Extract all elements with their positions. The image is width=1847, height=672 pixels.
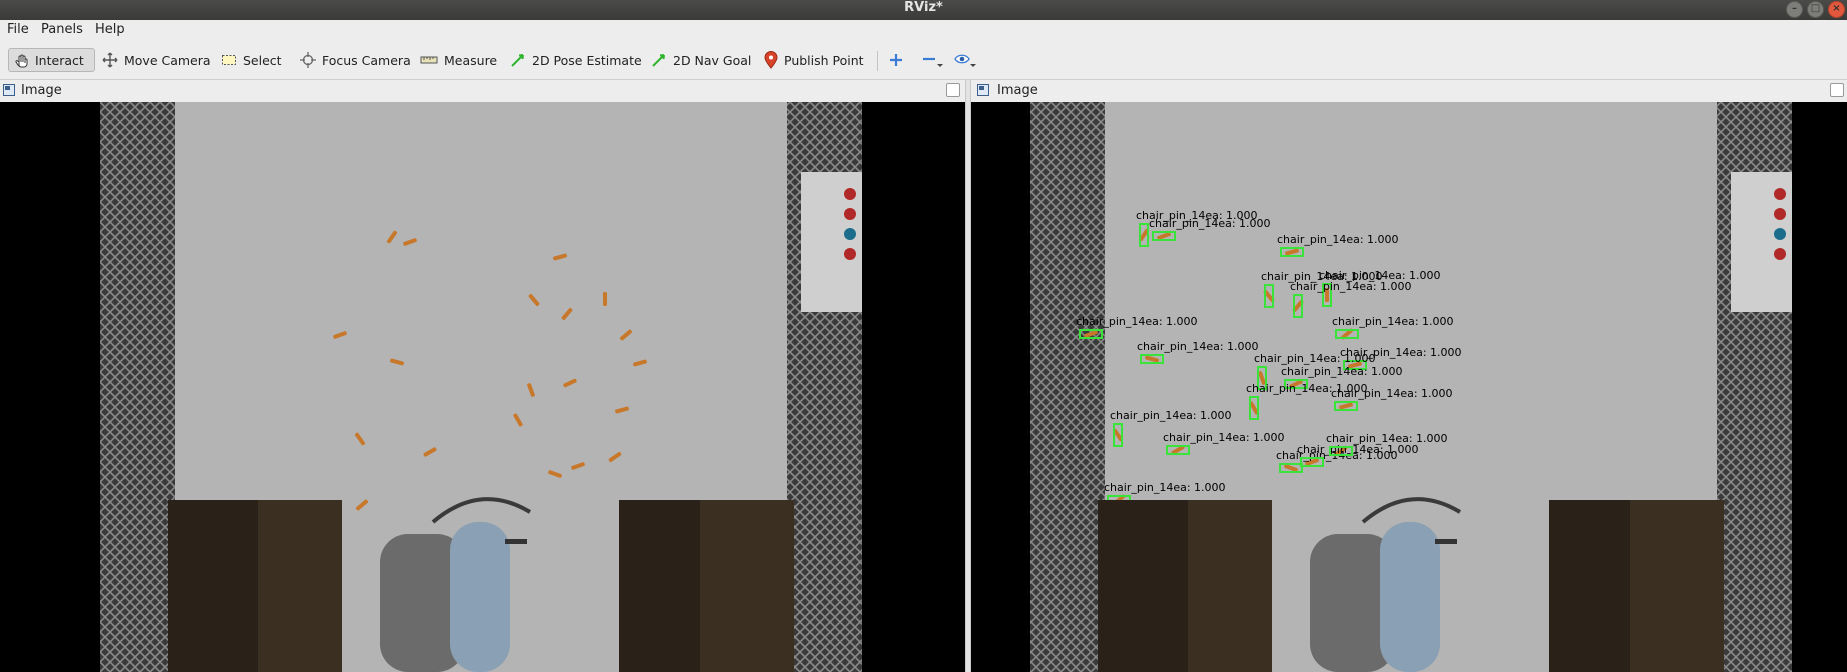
- tool-publish-point-label: Publish Point: [784, 52, 864, 68]
- minus-icon: [923, 57, 943, 67]
- menubar: File Panels Help: [0, 20, 1847, 41]
- plus-icon: [890, 54, 902, 66]
- mesh-wall-left: [1030, 102, 1105, 672]
- image-panel-right-checkbox[interactable]: [1830, 83, 1844, 97]
- toolbar-separator: [877, 51, 878, 71]
- tools-toolbar: Interact Move Camera Select Focus Camera…: [0, 41, 1847, 80]
- detection-label: chair_pin_14ea: 1.000: [1326, 432, 1448, 445]
- detection-label: chair_pin_14ea: 1.000: [1277, 233, 1399, 246]
- image-panel-icon: [977, 84, 989, 96]
- tool-measure[interactable]: Measure: [420, 48, 497, 72]
- camera-image-detections: chair_pin_14ea: 1.000chair_pin_14ea: 1.0…: [971, 102, 1847, 672]
- close-window-button[interactable]: ×: [1828, 1, 1845, 18]
- detection-label: chair_pin_14ea: 1.000: [1163, 431, 1285, 444]
- detection-label: chair_pin_14ea: 1.000: [1290, 280, 1412, 293]
- detection-label: chair_pin_14ea: 1.000: [1104, 481, 1226, 494]
- tool-measure-label: Measure: [444, 52, 498, 68]
- image-panel-right-title: Image: [997, 83, 1038, 98]
- window-titlebar: RViz* – □ ×: [0, 0, 1847, 20]
- add-tool-button[interactable]: [888, 48, 904, 72]
- ruler-icon: [420, 56, 438, 64]
- green-arrow-icon: [652, 54, 665, 67]
- robot-arm-pin: [1435, 539, 1457, 544]
- image-panel-left-header: Image: [0, 80, 965, 102]
- tool-interact-label: Interact: [35, 52, 84, 68]
- robot-arm-pin: [505, 539, 527, 544]
- view-tool-button[interactable]: [954, 48, 976, 72]
- box-obstacle: [1098, 500, 1190, 672]
- detection-label: chair_pin_14ea: 1.000: [1281, 365, 1403, 378]
- image-panel-left-title: Image: [21, 83, 62, 98]
- detection-label: chair_pin_14ea: 1.000: [1332, 315, 1454, 328]
- box-obstacle: [1188, 500, 1272, 672]
- detection-label: chair_pin_14ea: 1.000: [1110, 409, 1232, 422]
- menu-panels[interactable]: Panels: [41, 22, 83, 37]
- detection-label: chair_pin_14ea: 1.000: [1254, 352, 1376, 365]
- box-obstacle: [700, 500, 794, 672]
- robot-arm-joint: [450, 522, 510, 672]
- tool-2d-nav-goal[interactable]: 2D Nav Goal: [651, 48, 751, 72]
- select-rect-icon: [222, 55, 236, 65]
- eye-icon: [954, 54, 976, 67]
- detection-label: chair_pin_14ea: 1.000: [1331, 387, 1453, 400]
- image-panel-icon: [3, 84, 15, 96]
- tool-publish-point[interactable]: Publish Point: [764, 48, 864, 72]
- chair-pin: [603, 292, 607, 306]
- image-view-left[interactable]: [0, 102, 965, 672]
- move-camera-icon: [102, 52, 118, 68]
- map-pin-icon: [764, 51, 778, 69]
- tool-interact[interactable]: Interact: [8, 48, 95, 72]
- tool-2d-pose-estimate-label: 2D Pose Estimate: [532, 52, 642, 68]
- tool-move-camera[interactable]: Move Camera: [102, 48, 211, 72]
- hand-cursor-icon: [15, 54, 28, 68]
- box-obstacle: [258, 500, 342, 672]
- menu-file[interactable]: File: [7, 22, 29, 37]
- minimize-window-button[interactable]: –: [1786, 1, 1803, 18]
- image-view-right[interactable]: chair_pin_14ea: 1.000 chair_pin_14ea: 1.0…: [971, 102, 1847, 672]
- tool-select-label: Select: [243, 52, 282, 68]
- tool-focus-camera-label: Focus Camera: [322, 52, 411, 68]
- detection-label: chair_pin_14ea: 1.000: [1137, 340, 1259, 353]
- maximize-window-button[interactable]: □: [1807, 1, 1824, 18]
- tool-2d-nav-goal-label: 2D Nav Goal: [673, 52, 752, 68]
- mesh-wall-left: [100, 102, 175, 672]
- tool-move-camera-label: Move Camera: [124, 52, 211, 68]
- crosshair-icon: [300, 52, 316, 68]
- window-title: RViz*: [904, 0, 943, 15]
- tool-select[interactable]: Select: [221, 48, 282, 72]
- box-obstacle: [1549, 500, 1633, 672]
- green-arrow-icon: [511, 54, 524, 67]
- box-obstacle: [1630, 500, 1724, 672]
- robot-arm-joint: [1380, 522, 1440, 672]
- window-controls: – □ ×: [1786, 1, 1845, 18]
- menu-help[interactable]: Help: [95, 22, 125, 37]
- detection-label: chair_pin_14ea: 1.000: [1076, 315, 1198, 328]
- camera-image-raw: [0, 102, 965, 672]
- tool-focus-camera[interactable]: Focus Camera: [300, 48, 411, 72]
- tool-2d-pose-estimate[interactable]: 2D Pose Estimate: [510, 48, 642, 72]
- image-panel-left-checkbox[interactable]: [946, 83, 960, 97]
- box-obstacle: [619, 500, 703, 672]
- box-obstacle: [168, 500, 260, 672]
- image-panel-right-header: Image: [971, 80, 1847, 102]
- detection-label: chair_pin_14ea: 1.000: [1149, 217, 1271, 230]
- remove-tool-button[interactable]: [921, 48, 943, 72]
